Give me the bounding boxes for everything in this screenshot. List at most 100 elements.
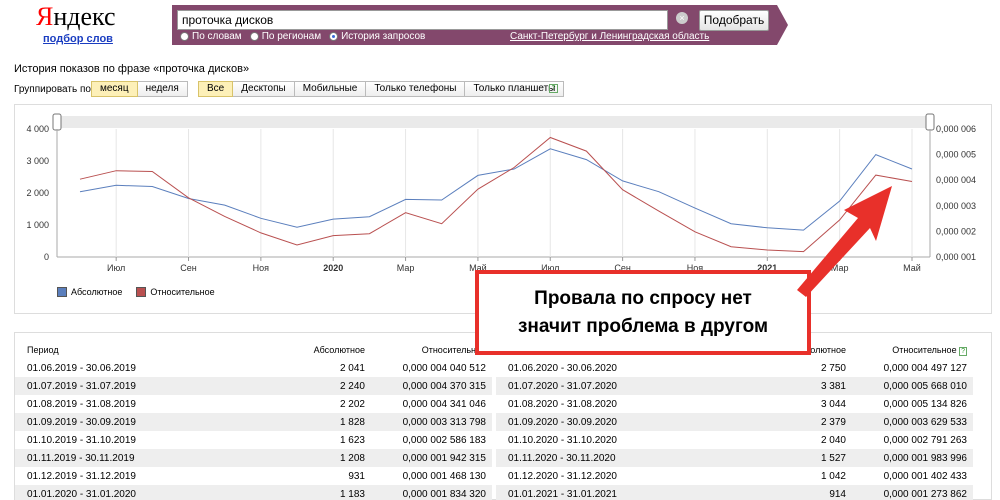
cell-abs: 1 527 <box>820 452 846 464</box>
table-right-column: Период Абсолютное Относительное ? 01.06.… <box>496 341 973 500</box>
x-tick-label: Май <box>903 263 921 273</box>
table-left-column: Период Абсолютное Относительное 01.06.20… <box>15 341 492 500</box>
table-row: 01.01.2020 - 31.01.2020 1 183 0,000 001 83… <box>15 485 492 500</box>
y-right-tick-label: 0,000 002 <box>936 226 976 236</box>
cell-rel: 0,000 005 134 826 <box>883 398 967 410</box>
x-tick-label: Сен <box>180 263 197 273</box>
cell-rel: 0,000 002 586 183 <box>402 434 486 446</box>
cell-rel: 0,000 004 040 512 <box>402 362 486 374</box>
table-row: 01.10.2019 - 31.10.2019 1 623 0,000 002 58… <box>15 431 492 449</box>
y-left-tick-label: 2 000 <box>26 188 49 198</box>
y-right-tick-label: 0,000 003 <box>936 201 976 211</box>
table-row: 01.06.2019 - 30.06.2019 2 041 0,000 004 04… <box>15 359 492 377</box>
cell-period: 01.09.2019 - 30.09.2019 <box>27 416 136 428</box>
cell-abs: 3 044 <box>820 398 846 410</box>
table-row: 01.01.2021 - 31.01.2021 914 0,000 001 273 … <box>496 485 973 500</box>
cell-abs: 2 202 <box>339 398 365 410</box>
annotation-callout: Провала по спросу нет значит проблема в д… <box>475 270 811 355</box>
y-left-tick-label: 1 000 <box>26 220 49 230</box>
cell-abs: 3 381 <box>820 380 846 392</box>
y-left-tick-label: 0 <box>44 252 49 262</box>
cell-abs: 931 <box>348 470 365 482</box>
cell-period: 01.08.2020 - 31.08.2020 <box>508 398 617 410</box>
cell-rel: 0,000 004 497 127 <box>883 362 967 374</box>
cell-period: 01.09.2020 - 30.09.2020 <box>508 416 617 428</box>
table-row: 01.12.2019 - 31.12.2019 931 0,000 001 468 … <box>15 467 492 485</box>
cell-rel: 0,000 001 273 862 <box>883 488 967 500</box>
cell-period: 01.10.2019 - 31.10.2019 <box>27 434 136 446</box>
cell-rel: 0,000 001 983 996 <box>883 452 967 464</box>
cell-abs: 2 040 <box>820 434 846 446</box>
table-row: 01.08.2020 - 31.08.2020 3 044 0,000 005 13… <box>496 395 973 413</box>
cell-rel: 0,000 001 468 130 <box>402 470 486 482</box>
cell-abs: 1 183 <box>339 488 365 500</box>
cell-abs: 914 <box>829 488 846 500</box>
y-right-tick-label: 0,000 004 <box>936 175 976 185</box>
table-row: 01.11.2019 - 30.11.2019 1 208 0,000 001 94… <box>15 449 492 467</box>
cell-period: 01.08.2019 - 31.08.2019 <box>27 398 136 410</box>
header-absolute: Абсолютное <box>313 345 365 355</box>
series-line-relative <box>79 136 913 253</box>
chart-legend: Абсолютное Относительное <box>57 287 215 297</box>
cell-abs: 1 042 <box>820 470 846 482</box>
table-header-row: Период Абсолютное Относительное <box>15 341 492 359</box>
cell-rel: 0,000 001 942 315 <box>402 452 486 464</box>
x-tick-label: Ноя <box>253 263 270 273</box>
table-row: 01.10.2020 - 31.10.2020 2 040 0,000 002 79… <box>496 431 973 449</box>
cell-abs: 1 208 <box>339 452 365 464</box>
table-row: 01.09.2020 - 30.09.2020 2 379 0,000 003 62… <box>496 413 973 431</box>
legend-item-relative[interactable]: Относительное <box>136 287 215 297</box>
navigator-handle-left <box>52 113 62 131</box>
header-period: Период <box>27 345 59 355</box>
cell-period: 01.11.2019 - 30.11.2019 <box>27 452 135 464</box>
cell-period: 01.07.2020 - 31.07.2020 <box>508 380 617 392</box>
y-right-tick-label: 0,000 001 <box>936 252 976 262</box>
help-icon[interactable]: ? <box>959 347 967 356</box>
cell-rel: 0,000 001 402 433 <box>883 470 967 482</box>
cell-abs: 2 041 <box>339 362 365 374</box>
y-right-tick-label: 0,000 005 <box>936 150 976 160</box>
legend-item-absolute[interactable]: Абсолютное <box>57 287 122 297</box>
cell-period: 01.12.2020 - 31.12.2020 <box>508 470 617 482</box>
cell-abs: 2 750 <box>820 362 846 374</box>
table-row: 01.08.2019 - 31.08.2019 2 202 0,000 004 34… <box>15 395 492 413</box>
header-relative: Относительное ? <box>892 345 967 356</box>
chart-navigator-bar <box>57 116 930 128</box>
table-row: 01.09.2019 - 30.09.2019 1 828 0,000 003 31… <box>15 413 492 431</box>
x-tick-label: Мар <box>397 263 415 273</box>
cell-rel: 0,000 005 668 010 <box>883 380 967 392</box>
navigator-handle-right <box>925 113 935 131</box>
y-right-tick-label: 0,000 006 <box>936 124 976 134</box>
cell-period: 01.01.2020 - 31.01.2020 <box>27 488 136 500</box>
x-tick-label: 2020 <box>323 263 343 273</box>
legend-swatch <box>136 287 147 297</box>
table-row: 01.07.2020 - 31.07.2020 3 381 0,000 005 66… <box>496 377 973 395</box>
y-left-tick-label: 4 000 <box>26 124 49 134</box>
cell-period: 01.10.2020 - 31.10.2020 <box>508 434 617 446</box>
history-table: Период Абсолютное Относительное 01.06.20… <box>14 332 992 500</box>
cell-period: 01.01.2021 - 31.01.2021 <box>508 488 617 500</box>
cell-abs: 1 623 <box>339 434 365 446</box>
x-tick-label: Мар <box>831 263 849 273</box>
cell-rel: 0,000 003 629 533 <box>883 416 967 428</box>
y-left-tick-label: 3 000 <box>26 156 49 166</box>
legend-swatch <box>57 287 67 297</box>
cell-rel: 0,000 004 370 315 <box>402 380 486 392</box>
series-line-absolute <box>79 148 913 231</box>
table-row: 01.07.2019 - 31.07.2019 2 240 0,000 004 37… <box>15 377 492 395</box>
table-row: 01.11.2020 - 30.11.2020 1 527 0,000 001 98… <box>496 449 973 467</box>
cell-period: 01.06.2020 - 30.06.2020 <box>508 362 617 374</box>
table-row: 01.06.2020 - 30.06.2020 2 750 0,000 004 49… <box>496 359 973 377</box>
cell-period: 01.06.2019 - 30.06.2019 <box>27 362 136 374</box>
cell-period: 01.11.2020 - 30.11.2020 <box>508 452 616 464</box>
x-tick-label: Июл <box>107 263 125 273</box>
cell-rel: 0,000 004 341 046 <box>402 398 486 410</box>
cell-abs: 1 828 <box>339 416 365 428</box>
cell-period: 01.12.2019 - 31.12.2019 <box>27 470 136 482</box>
table-row: 01.12.2020 - 31.12.2020 1 042 0,000 001 40… <box>496 467 973 485</box>
cell-abs: 2 379 <box>820 416 846 428</box>
cell-period: 01.07.2019 - 31.07.2019 <box>27 380 136 392</box>
cell-rel: 0,000 002 791 263 <box>883 434 967 446</box>
cell-rel: 0,000 001 834 320 <box>402 488 486 500</box>
cell-abs: 2 240 <box>339 380 365 392</box>
